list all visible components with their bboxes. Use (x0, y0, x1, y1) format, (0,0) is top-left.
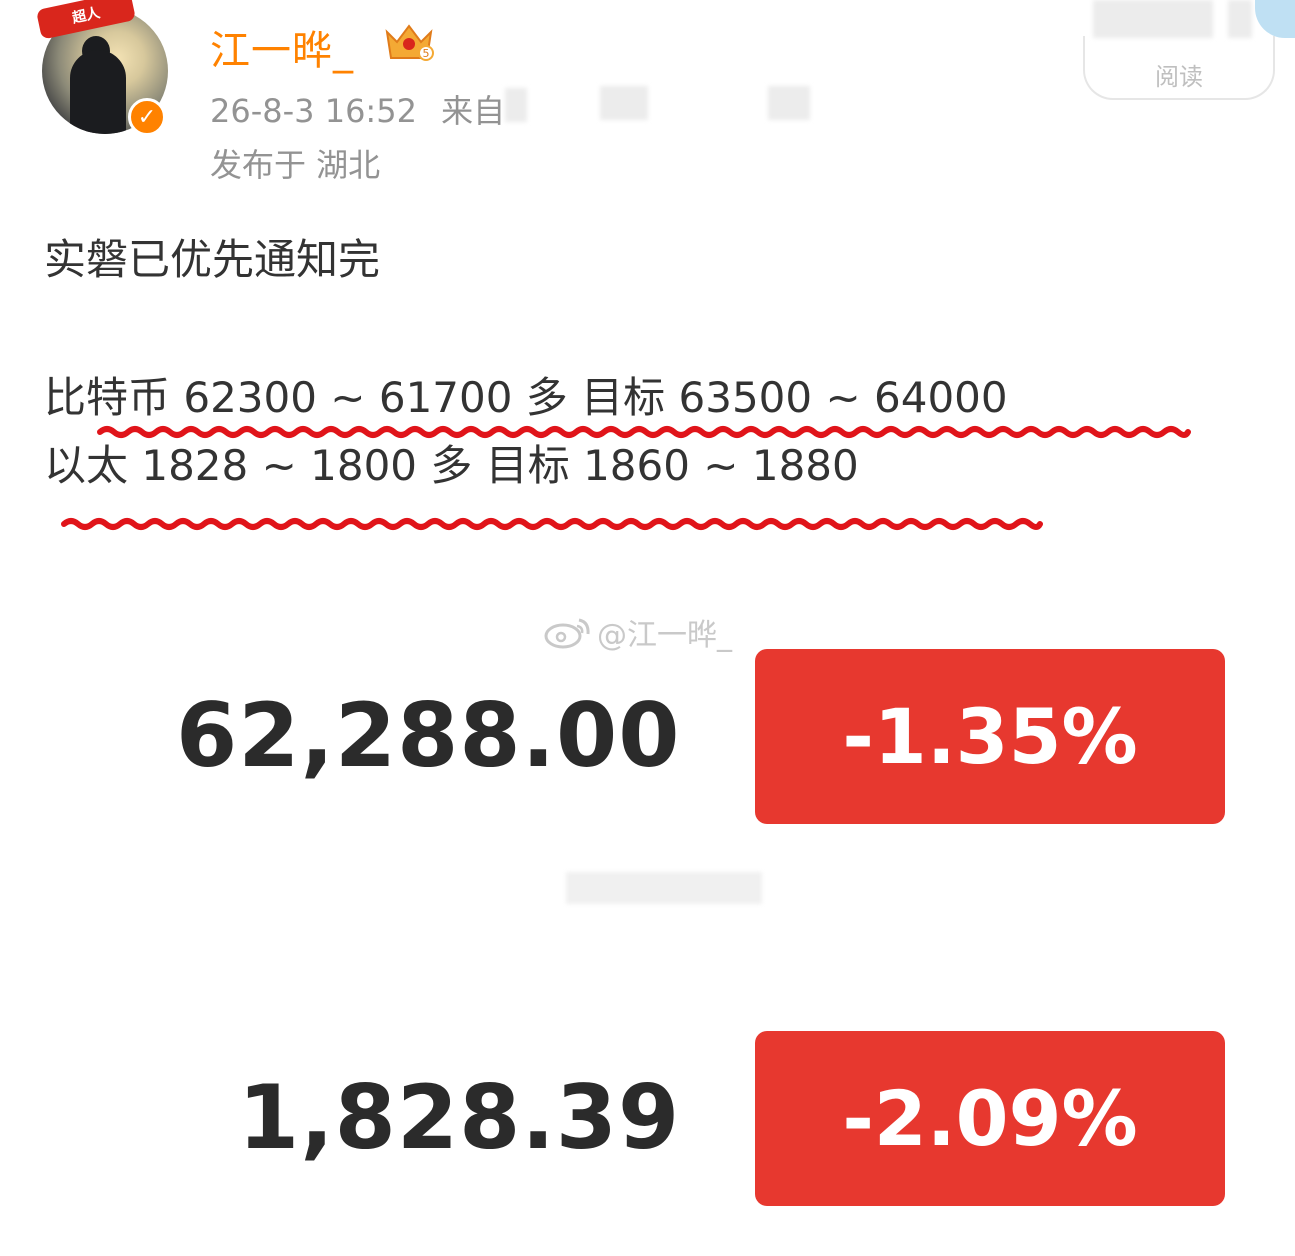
read-button-label: 阅读 (1155, 63, 1203, 91)
image-watermark: @江一晔_ (543, 610, 732, 654)
weibo-logo-icon (544, 618, 590, 649)
redacted-source-block (505, 88, 527, 122)
redacted-header-block (1228, 0, 1252, 38)
corner-accent (1255, 0, 1295, 38)
redacted-source-block (768, 86, 810, 120)
post-meta: 26-8-3 16:52 来自 (210, 86, 505, 132)
redacted-image-block (566, 872, 762, 904)
crown-level-icon: 5 (383, 20, 435, 64)
eth-change-badge: -2.09% (755, 1031, 1225, 1206)
redacted-header-block (1093, 0, 1213, 38)
wavy-underline-1 (97, 426, 1191, 438)
verified-icon: ✓ (128, 98, 166, 136)
btc-change-value: -1.35% (842, 692, 1138, 781)
btc-price: 62,288.00 (176, 684, 681, 787)
post-location: 发布于 湖北 (210, 146, 381, 184)
redacted-source-block (600, 86, 648, 120)
read-count-button[interactable]: 阅读 (1083, 36, 1275, 100)
btc-change-badge: -1.35% (755, 649, 1225, 824)
post-line-1: 实磐已优先通知完 (44, 235, 381, 284)
post-timestamp: 26-8-3 16:52 (210, 92, 417, 130)
watermark-text: @江一晔_ (597, 618, 732, 653)
avatar-silhouette-body (70, 50, 126, 134)
wavy-underline-2 (61, 518, 1043, 530)
crown-level-text: 5 (423, 47, 430, 60)
eth-change-value: -2.09% (842, 1074, 1138, 1163)
username[interactable]: 江一晔_ (210, 18, 354, 76)
post-source: 来自 (441, 92, 506, 130)
eth-price: 1,828.39 (238, 1066, 681, 1169)
